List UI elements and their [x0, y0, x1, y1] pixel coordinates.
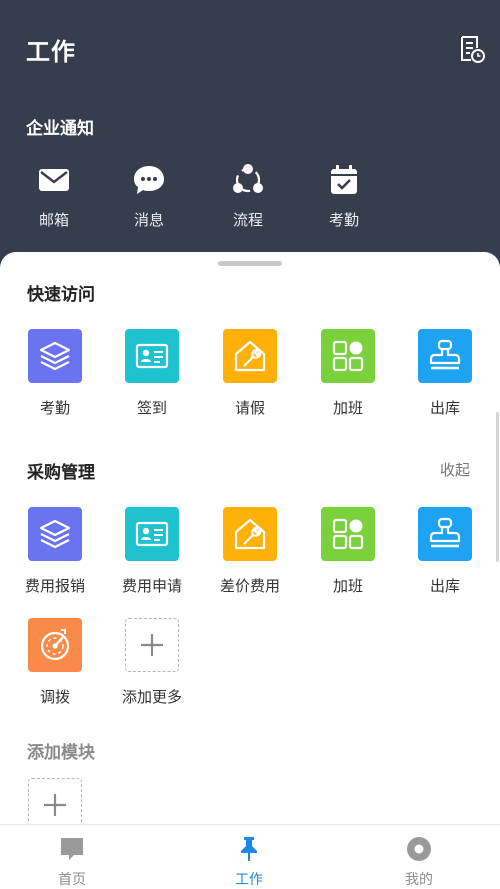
purchase-item-overtime[interactable]: 加班: [300, 507, 396, 596]
purchase-item-transfer[interactable]: 调拨: [7, 618, 103, 707]
collapse-link[interactable]: 收起: [440, 459, 470, 480]
drag-handle[interactable]: [218, 261, 282, 266]
purchase-section-title: 采购管理: [27, 463, 95, 483]
tab-label: 首页: [58, 872, 86, 888]
quick-item-attendance[interactable]: 考勤: [7, 329, 103, 418]
house-wrench-icon: [223, 329, 277, 383]
id-card-icon: [125, 507, 179, 561]
purchase-item-label: 费用申请: [121, 577, 182, 595]
layers-icon: [28, 507, 82, 561]
quick-item-overtime[interactable]: 加班: [300, 329, 396, 418]
quick-item-label: 考勤: [39, 399, 70, 417]
quick-item-label: 出库: [429, 399, 460, 417]
id-card-icon: [125, 329, 179, 383]
quick-item-label: 加班: [332, 399, 363, 417]
purchase-item-label: 出库: [429, 577, 460, 595]
profile-circle-icon: [407, 837, 431, 861]
purchase-item-label: 加班: [332, 577, 363, 595]
purchase-item-expense-apply[interactable]: 费用申请: [104, 507, 200, 596]
document-clock-icon[interactable]: [458, 34, 486, 64]
page-title: 工作: [26, 38, 76, 66]
purchase-item-outbound[interactable]: 出库: [397, 507, 493, 596]
house-wrench-icon: [223, 507, 277, 561]
add-module-title: 添加模块: [27, 743, 95, 763]
tab-profile[interactable]: 我的: [379, 835, 459, 889]
tab-label: 我的: [405, 872, 433, 888]
stamp-icon: [418, 507, 472, 561]
purchase-item-expense-reimburse[interactable]: 费用报销: [7, 507, 103, 596]
purchase-item-price-diff[interactable]: 差价费用: [202, 507, 298, 596]
quick-item-leave[interactable]: 请假: [202, 329, 298, 418]
layers-icon: [28, 329, 82, 383]
notice-item-label: 流程: [232, 211, 263, 229]
plus-icon: [125, 618, 179, 672]
tab-label: 工作: [235, 872, 263, 888]
notice-item-attendance[interactable]: 考勤: [309, 163, 379, 230]
chat-bubble-icon: [134, 166, 164, 194]
scrollbar[interactable]: [496, 412, 499, 562]
workspace-sheet: 快速访问 考勤 签到 请假 加班 出库 采购管理 收起 费用报销 费用申请 差价…: [0, 252, 500, 889]
tab-work[interactable]: 工作: [209, 835, 289, 889]
quick-item-outbound[interactable]: 出库: [397, 329, 493, 418]
notice-item-workflow[interactable]: 流程: [213, 163, 283, 230]
grid-apps-icon: [321, 329, 375, 383]
pushpin-icon: [241, 837, 257, 861]
quick-item-checkin[interactable]: 签到: [104, 329, 200, 418]
notice-item-label: 考勤: [328, 211, 359, 229]
grid-apps-icon: [321, 507, 375, 561]
add-more-label: 添加更多: [121, 688, 182, 706]
quick-access-title: 快速访问: [27, 285, 95, 305]
notice-item-mail[interactable]: 邮箱: [19, 163, 89, 230]
tab-home[interactable]: 首页: [32, 835, 112, 889]
workflow-icon: [233, 164, 263, 193]
purchase-item-label: 差价费用: [219, 577, 280, 595]
quick-item-label: 请假: [234, 399, 265, 417]
notice-item-label: 邮箱: [38, 211, 69, 229]
calendar-check-icon: [331, 165, 357, 194]
notice-section-title: 企业通知: [26, 119, 94, 139]
notice-item-message[interactable]: 消息: [114, 163, 184, 230]
header: 工作 企业通知 邮箱 消息 流程 考勤: [0, 0, 500, 270]
purchase-item-label: 调拨: [39, 688, 70, 706]
home-bubble-icon: [61, 838, 83, 860]
purchase-item-label: 费用报销: [24, 577, 85, 595]
stamp-icon: [418, 329, 472, 383]
compass-icon: [28, 618, 82, 672]
bottom-tab-bar: 首页 工作 我的: [0, 824, 500, 889]
quick-item-label: 签到: [136, 399, 167, 417]
mail-icon: [39, 169, 69, 191]
add-more-button[interactable]: 添加更多: [104, 618, 200, 707]
notice-item-label: 消息: [133, 211, 164, 229]
